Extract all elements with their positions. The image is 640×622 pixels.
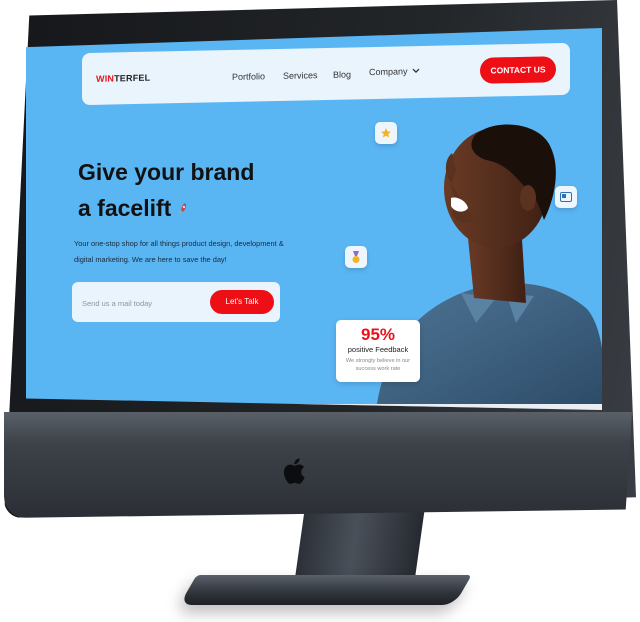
contact-us-button[interactable]: CONTACT US — [480, 56, 556, 84]
hero-title-line1: Give your brand — [78, 159, 255, 185]
medal-badge — [345, 246, 367, 268]
feedback-card: 95% positive Feedback We strongly believ… — [336, 320, 420, 382]
logo-part-win: WIN — [96, 73, 115, 84]
feedback-subtext: We strongly believe in our success work … — [345, 358, 411, 372]
nav-link-portfolio[interactable]: Portfolio — [232, 71, 265, 82]
navbar: WINTERFEL Portfolio Services Blog Compan… — [82, 42, 570, 106]
website-screen: WINTERFEL Portfolio Services Blog Compan… — [26, 28, 602, 410]
logo-part-terfel: TERFEL — [114, 72, 151, 84]
email-input[interactable] — [80, 294, 204, 312]
email-signup-box: Let's Talk — [72, 282, 280, 322]
nav-link-services[interactable]: Services — [283, 70, 318, 81]
star-icon — [381, 128, 391, 138]
chevron-down-icon — [412, 68, 419, 74]
star-badge — [375, 122, 397, 144]
nav-link-company[interactable]: Company — [369, 66, 420, 77]
nav-link-company-label: Company — [369, 66, 408, 78]
hero-title: Give your brand a facelift — [78, 154, 308, 226]
feedback-percent: 95% — [360, 325, 396, 344]
rocket-icon — [179, 203, 187, 214]
lets-talk-button[interactable]: Let's Talk — [210, 290, 274, 314]
card-badge — [555, 186, 577, 208]
hero-title-line2-wrap: a facelift — [78, 190, 308, 226]
feedback-label: positive Feedback — [347, 345, 409, 354]
card-icon — [560, 192, 572, 202]
brand-logo[interactable]: WINTERFEL — [96, 73, 150, 84]
medal-icon — [352, 250, 360, 263]
imac-stand-base — [179, 575, 472, 605]
nav-link-blog[interactable]: Blog — [333, 69, 351, 79]
imac-chin — [4, 412, 632, 518]
apple-logo-icon — [283, 458, 305, 484]
hero-description: Your one-stop shop for all things produc… — [74, 239, 284, 264]
hero-title-line2: a facelift — [78, 195, 172, 221]
